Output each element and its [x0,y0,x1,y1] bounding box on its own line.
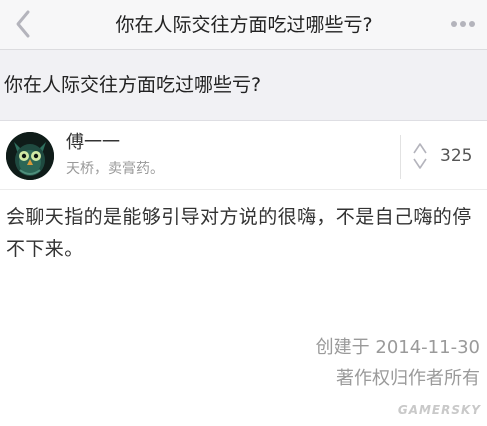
vote-divider [400,135,401,179]
question-header[interactable]: 你在人际交往方面吃过哪些亏? [0,50,487,121]
watermark-logo: GAMERSKY [397,403,481,417]
nav-bar: 你在人际交往方面吃过哪些亏? [0,0,487,50]
ellipsis-icon [451,21,475,27]
author-bio: 天桥，卖膏药。 [66,161,164,177]
author-name[interactable]: 傅一一 [66,131,120,155]
avatar[interactable] [6,132,54,180]
back-button[interactable] [8,8,40,40]
answer-page: 你在人际交往方面吃过哪些亏? 你在人际交往方面吃过哪些亏? 傅一一 天桥，卖膏药… [0,0,487,426]
nav-title: 你在人际交往方面吃过哪些亏? [115,14,373,36]
up-down-arrow-icon [413,143,427,169]
more-button[interactable] [447,10,479,38]
vote-button[interactable]: 325 [406,133,486,179]
vote-count: 325 [440,146,473,166]
answer-content: 会聊天指的是能够引导对方说的很嗨，不是自己嗨的停不下来。 [6,206,472,260]
created-date: 创建于 2014-11-30 [315,337,480,358]
chevron-left-icon [16,10,30,38]
owl-avatar [6,132,54,180]
copyright-notice: 著作权归作者所有 [336,368,480,389]
question-title[interactable]: 你在人际交往方面吃过哪些亏? [4,71,261,99]
author-row: 傅一一 天桥，卖膏药。 325 [0,121,487,190]
